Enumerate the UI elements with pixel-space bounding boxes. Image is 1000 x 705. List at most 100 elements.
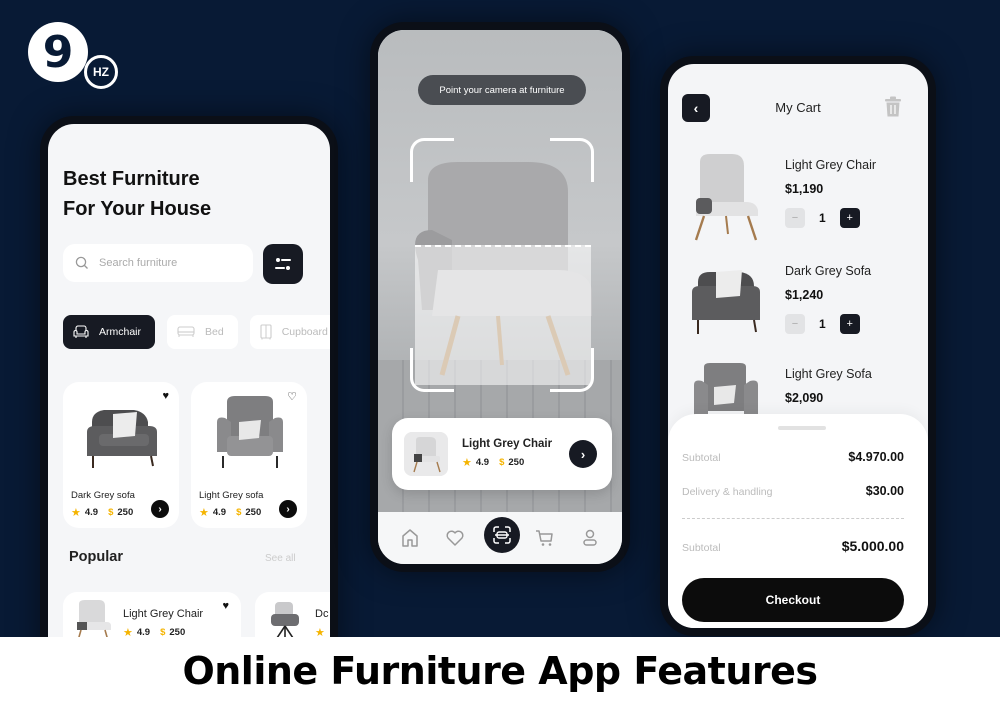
popular-item-meta: ★ 4.9 $ 250 xyxy=(123,626,185,637)
product-card[interactable]: ♥ Dark Grey sofa ★ 4.9 $ 250 › xyxy=(63,382,179,528)
cart-icon xyxy=(536,530,553,546)
result-thumbnail xyxy=(404,432,448,476)
scanner-screen: Point your camera at furniture Light Gre… xyxy=(378,30,622,564)
popular-item[interactable]: Light Grey Chair ★ 4.9 $ 250 ♥ xyxy=(63,592,241,637)
favorite-icon[interactable]: ♡ xyxy=(287,390,297,403)
armchair-icon xyxy=(73,325,89,338)
heart-icon xyxy=(446,530,464,546)
cart-item: Light Grey Chair $1,190 − 1 + xyxy=(668,152,928,252)
popular-list: Light Grey Chair ★ 4.9 $ 250 ♥ Dc ★ xyxy=(63,592,330,637)
product-card[interactable]: ♡ Light Grey sofa ★ 4.9 $ 250 › xyxy=(191,382,307,528)
page-title: Best Furniture For Your House xyxy=(63,164,211,224)
result-meta: ★ 4.9 $ 250 xyxy=(462,456,524,469)
popular-heading: Popular xyxy=(69,549,123,565)
search-icon xyxy=(75,256,88,269)
home-screen: Best Furniture For Your House Search fur… xyxy=(48,124,330,637)
tab-profile[interactable] xyxy=(578,526,602,550)
cart-screen: ‹ My Cart Light Grey Chair $1,190 − 1 + xyxy=(668,64,928,628)
increase-quantity-button[interactable]: + xyxy=(839,208,860,228)
quantity-value: 1 xyxy=(819,317,826,331)
subtotal-value: $4.970.00 xyxy=(848,450,904,464)
tab-favorites[interactable] xyxy=(443,526,467,550)
cart-item: Dark Grey Sofa $1,240 − 1 + xyxy=(668,258,928,358)
product-rating: 4.9 xyxy=(212,507,227,518)
hero-banner: 9 HZ Best Furniture For Your House Searc… xyxy=(0,0,1000,637)
quantity-value: 1 xyxy=(819,211,826,225)
delivery-row: Delivery & handling $30.00 xyxy=(682,484,904,498)
star-icon: ★ xyxy=(123,627,133,637)
product-meta: ★ 4.9 $ 250 xyxy=(71,506,133,519)
total-row: Subtotal $5.000.00 xyxy=(682,538,904,554)
category-label: Bed xyxy=(205,326,224,338)
view-product-button[interactable]: › xyxy=(279,500,297,518)
result-price: 250 xyxy=(508,457,525,468)
dark-grey-sofa-image xyxy=(692,270,760,334)
popular-item-meta: ★ xyxy=(315,626,325,637)
category-bed[interactable]: Bed xyxy=(167,315,238,349)
favorite-icon[interactable]: ♥ xyxy=(162,390,169,402)
scan-icon xyxy=(493,526,511,544)
search-input[interactable]: Search furniture xyxy=(63,244,253,282)
view-product-button[interactable]: › xyxy=(151,500,169,518)
cart-item-name: Light Grey Sofa xyxy=(785,367,872,381)
quantity-stepper: − 1 + xyxy=(785,208,860,228)
category-label: Armchair xyxy=(99,326,142,338)
category-cupboard[interactable]: Cupboard xyxy=(249,315,330,349)
cart-item-price: $1,190 xyxy=(785,182,824,196)
favorite-icon[interactable]: ♥ xyxy=(222,600,229,612)
cart-item-price: $1,240 xyxy=(785,288,824,302)
quantity-stepper: − 1 + xyxy=(785,314,860,334)
phone-scanner: Point your camera at furniture Light Gre… xyxy=(370,22,630,572)
scan-frame-corner xyxy=(550,348,594,392)
trash-icon[interactable] xyxy=(884,96,902,118)
category-label: Cupboard xyxy=(281,326,328,338)
phone-home: Best Furniture For Your House Search fur… xyxy=(40,116,338,637)
product-name: Dark Grey sofa xyxy=(71,490,135,501)
decrease-quantity-button[interactable]: − xyxy=(785,208,805,228)
checkout-button[interactable]: Checkout xyxy=(682,578,904,622)
category-list: Armchair Bed Cupboard xyxy=(63,315,330,349)
popular-item[interactable]: Dc ★ xyxy=(255,592,330,637)
scan-result-card[interactable]: Light Grey Chair ★ 4.9 $ 250 › xyxy=(392,418,612,490)
sheet-handle[interactable] xyxy=(778,426,826,430)
decrease-quantity-button[interactable]: − xyxy=(785,314,805,334)
swivel-chair-image xyxy=(271,602,299,637)
cart-item-price: $2,090 xyxy=(785,391,824,405)
light-grey-sofa-image xyxy=(217,396,283,468)
popular-item-rating: 4.9 xyxy=(136,627,151,637)
total-label: Subtotal xyxy=(682,542,721,554)
filter-icon xyxy=(275,258,291,270)
dollar-icon: $ xyxy=(499,457,505,468)
popular-item-name: Dc xyxy=(315,608,329,620)
popular-item-name: Light Grey Chair xyxy=(123,608,204,620)
logo-sub: HZ xyxy=(84,55,118,89)
cart-item-name: Light Grey Chair xyxy=(785,158,877,172)
filter-button[interactable] xyxy=(263,244,303,284)
summary-divider xyxy=(682,518,904,519)
category-armchair[interactable]: Armchair xyxy=(63,315,156,349)
star-icon: ★ xyxy=(462,457,472,469)
scan-frame-corner xyxy=(550,138,594,182)
product-rating: 4.9 xyxy=(84,507,99,518)
delivery-label: Delivery & handling xyxy=(682,486,773,498)
scan-frame-corner xyxy=(410,348,454,392)
scan-frame-corner xyxy=(410,138,454,182)
phone-cart: ‹ My Cart Light Grey Chair $1,190 − 1 + xyxy=(660,56,936,636)
home-icon xyxy=(402,529,418,547)
increase-quantity-button[interactable]: + xyxy=(839,314,860,334)
product-price: 250 xyxy=(245,507,262,518)
view-result-button[interactable]: › xyxy=(569,440,597,468)
title-line-1: Best Furniture xyxy=(63,168,200,190)
dollar-icon: $ xyxy=(108,507,114,518)
star-icon: ★ xyxy=(315,627,325,637)
product-grid: ♥ Dark Grey sofa ★ 4.9 $ 250 › ♡ Light G… xyxy=(63,382,307,528)
tab-cart[interactable] xyxy=(533,526,557,550)
light-grey-chair-image xyxy=(694,154,758,241)
result-rating: 4.9 xyxy=(475,457,490,468)
popular-item-price: 250 xyxy=(169,627,186,637)
tab-scan[interactable] xyxy=(484,517,520,553)
result-name: Light Grey Chair xyxy=(462,438,553,450)
tab-home[interactable] xyxy=(398,526,422,550)
see-all-link[interactable]: See all xyxy=(265,553,296,564)
subtotal-label: Subtotal xyxy=(682,452,721,464)
